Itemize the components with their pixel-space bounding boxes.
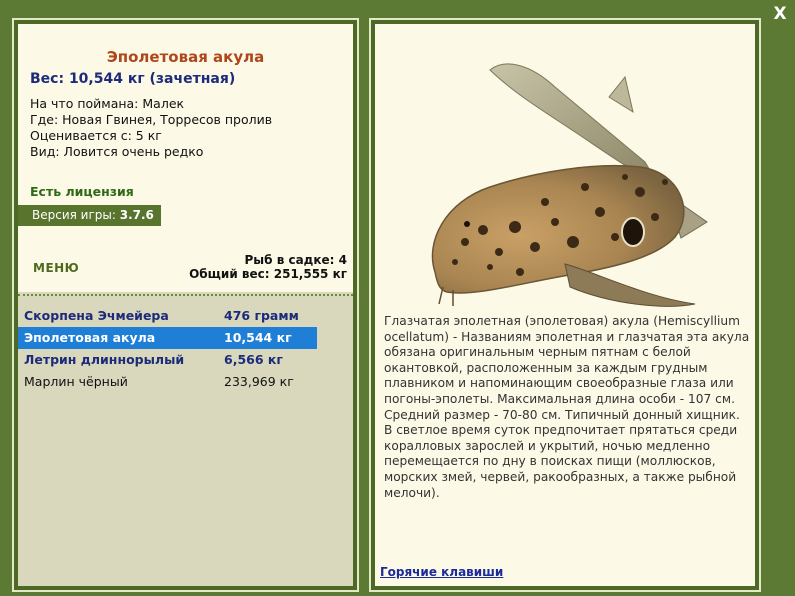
catch-info-panel: Эполетовая акула Вес: 10,544 кг (зачетна… — [12, 18, 359, 592]
hotkeys-link[interactable]: Горячие клавиши — [380, 565, 503, 579]
game-version: Версия игры: 3.7.6 — [18, 205, 161, 226]
detail-value: Новая Гвинея, Торресов пролив — [62, 112, 273, 127]
version-label: Версия игры: — [32, 208, 116, 222]
menu-button[interactable]: МЕНЮ — [33, 261, 79, 275]
version-value: 3.7.6 — [119, 208, 154, 222]
catch-list: Скорпена Эчмейера 476 грамм Эполетовая а… — [18, 305, 353, 393]
fish-description-panel: Глазчатая эполетная (эполетовая) акула (… — [369, 18, 761, 592]
divider — [18, 294, 353, 296]
list-item-name: Марлин чёрный — [24, 374, 128, 389]
detail-bait: На что поймана: Малек — [30, 96, 272, 112]
detail-label: Оценивается с: — [30, 128, 132, 143]
fish-description-inner: Глазчатая эполетная (эполетовая) акула (… — [375, 24, 755, 586]
fish-image — [431, 63, 708, 307]
detail-value: Малек — [142, 96, 185, 111]
list-item[interactable]: Марлин чёрный 233,969 кг — [18, 371, 317, 393]
detail-value: 5 кг — [135, 128, 162, 143]
fish-weight: Вес: 10,544 кг (зачетная) — [30, 71, 236, 87]
license-status: Есть лицензия — [30, 184, 134, 199]
cage-count: Рыб в садке: 4 — [244, 253, 348, 267]
catch-info-inner: Эполетовая акула Вес: 10,544 кг (зачетна… — [18, 24, 353, 586]
list-item-weight: 233,969 кг — [224, 374, 294, 389]
detail-label: Вид: — [30, 144, 60, 159]
detail-location: Где: Новая Гвинея, Торресов пролив — [30, 112, 272, 128]
fish-info-area: Эполетовая акула Вес: 10,544 кг (зачетна… — [18, 24, 353, 292]
detail-label: Где: — [30, 112, 59, 127]
list-item-weight: 6,566 кг — [224, 352, 283, 367]
detail-label: На что поймана: — [30, 96, 139, 111]
list-item-selected[interactable]: Эполетовая акула 10,544 кг — [18, 327, 317, 349]
fish-title: Эполетовая акула — [106, 48, 265, 66]
cage-total-weight: Общий вес: 251,555 кг — [189, 267, 347, 281]
list-item-name: Эполетовая акула — [24, 330, 156, 345]
cage-stats: Рыб в садке: 4 Общий вес: 251,555 кг — [189, 253, 347, 281]
list-item-name: Летрин длиннорылый — [24, 352, 185, 367]
close-button[interactable]: X — [770, 4, 790, 24]
detail-rarity: Вид: Ловится очень редко — [30, 144, 272, 160]
list-item[interactable]: Летрин длиннорылый 6,566 кг — [18, 349, 317, 371]
fish-details: На что поймана: Малек Где: Новая Гвинея,… — [30, 96, 272, 160]
fish-description: Глазчатая эполетная (эполетовая) акула (… — [384, 314, 750, 500]
list-item[interactable]: Скорпена Эчмейера 476 грамм — [18, 305, 317, 327]
detail-value: Ловится очень редко — [63, 144, 204, 159]
list-item-weight: 476 грамм — [224, 308, 299, 323]
list-item-weight: 10,544 кг — [224, 330, 292, 345]
detail-min-weight: Оценивается с: 5 кг — [30, 128, 272, 144]
list-item-name: Скорпена Эчмейера — [24, 308, 169, 323]
